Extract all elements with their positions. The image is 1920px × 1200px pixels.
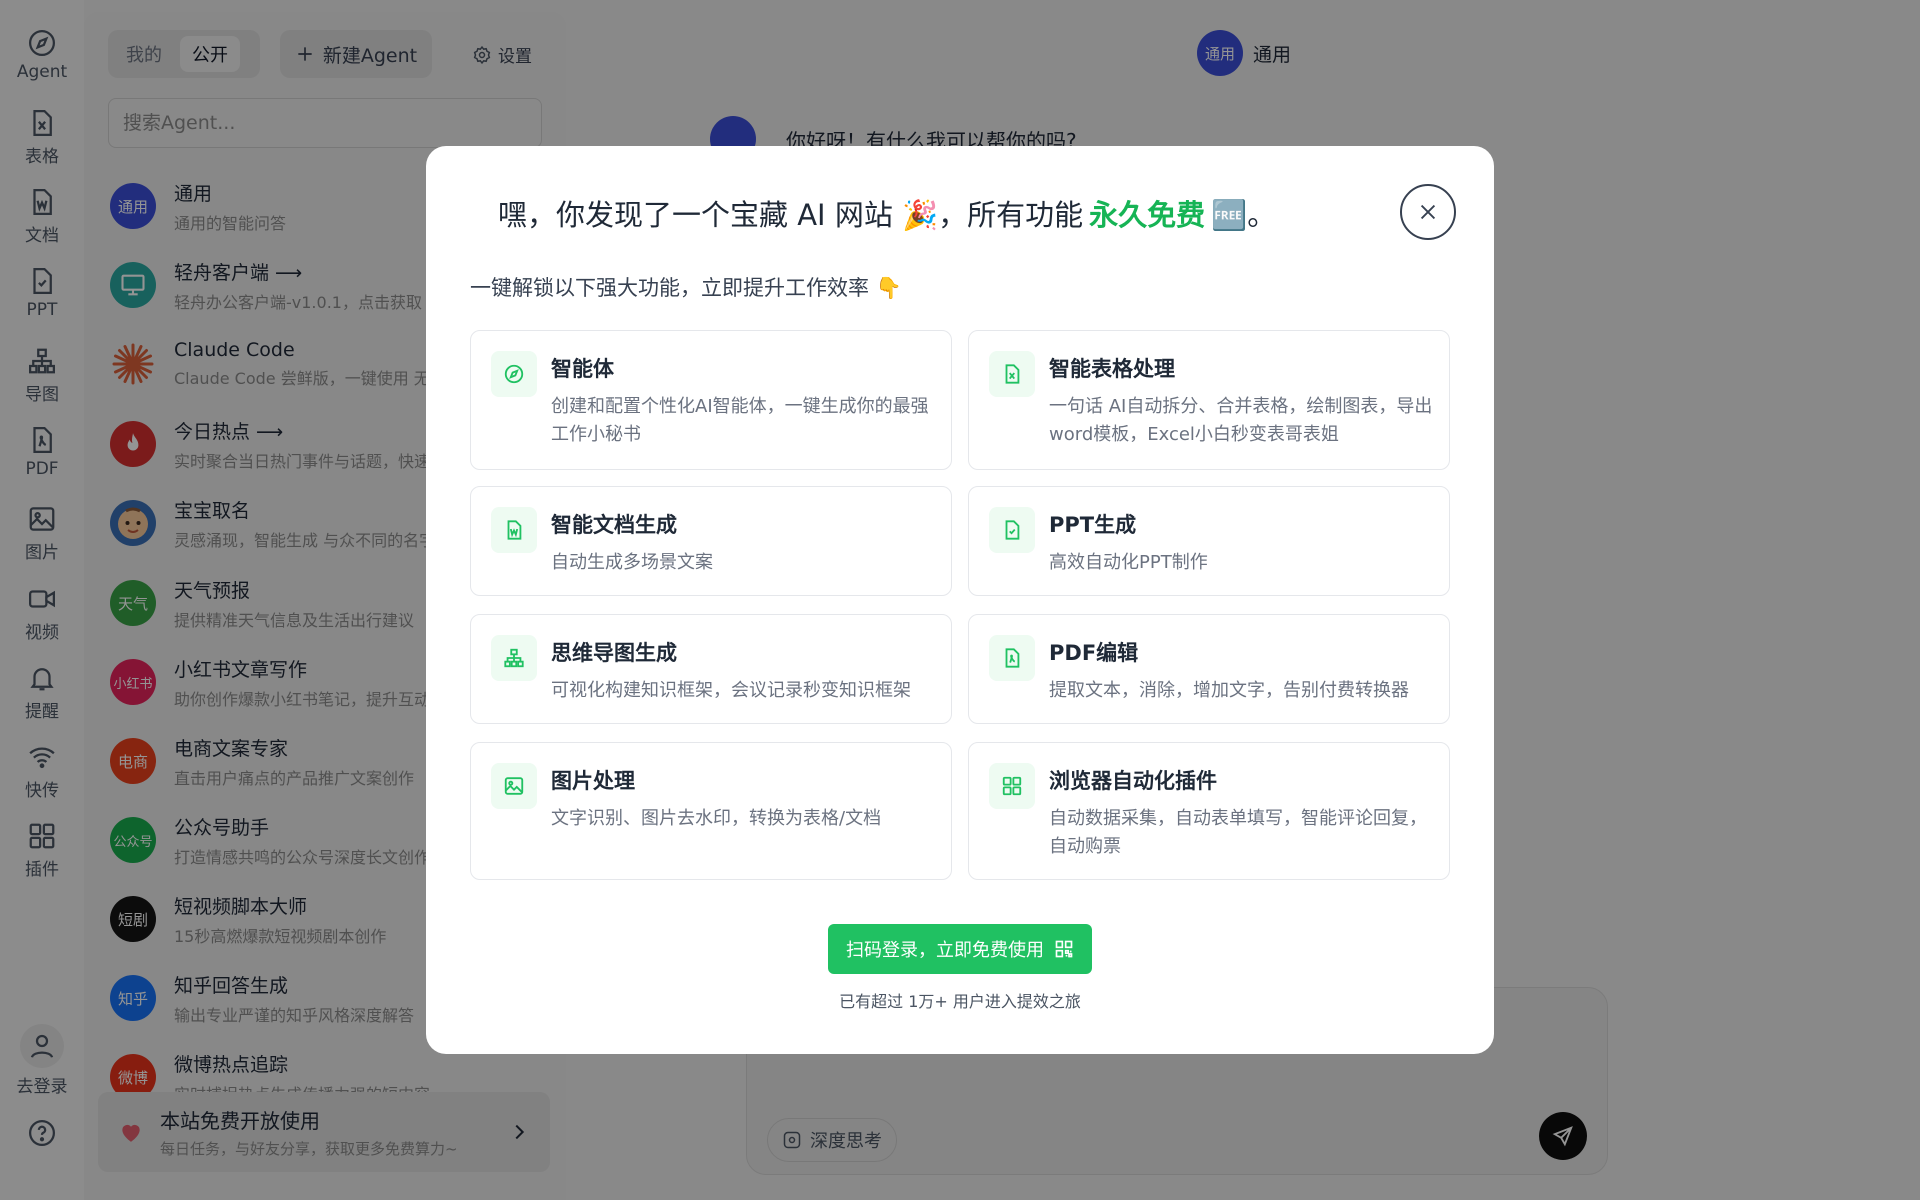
- feature-desc: 可视化构建知识框架，会议记录秒变知识框架: [551, 680, 911, 701]
- close-button[interactable]: [1400, 184, 1456, 240]
- excel-file-icon: [989, 351, 1035, 397]
- feature-card-image[interactable]: 图片处理 文字识别、图片去水印，转换为表格/文档: [470, 742, 952, 880]
- feature-title: PDF编辑: [1049, 641, 1139, 665]
- mindmap-icon: [491, 635, 537, 681]
- word-file-icon: [491, 507, 537, 553]
- feature-title: 智能文档生成: [551, 513, 677, 537]
- modal-title-post: 🆓。: [1211, 198, 1277, 232]
- feature-card-browser-plugin[interactable]: 浏览器自动化插件 自动数据采集，自动表单填写，智能评论回复，自动购票: [968, 742, 1450, 880]
- plugin-grid-icon: [989, 763, 1035, 809]
- promo-modal: 嘿，你发现了一个宝藏 AI 网站 🎉，所有功能 永久免费 🆓。 一键解锁以下强大…: [426, 146, 1494, 1054]
- close-icon: [1420, 204, 1436, 220]
- feature-title: PPT生成: [1049, 513, 1137, 537]
- feature-card-pdf[interactable]: PDF编辑 提取文本，消除，增加文字，告别付费转换器: [968, 614, 1450, 724]
- image-icon: [491, 763, 537, 809]
- feature-title: 思维导图生成: [551, 641, 677, 665]
- modal-title-highlight: 永久免费: [1089, 198, 1206, 232]
- feature-desc: 高效自动化PPT制作: [1049, 552, 1208, 573]
- feature-desc: 自动生成多场景文案: [551, 552, 713, 573]
- feature-card-sheet[interactable]: 智能表格处理 一句话 AI自动拆分、合并表格，绘制图表，导出word模板，Exc…: [968, 330, 1450, 470]
- modal-title-pre: 嘿，你发现了一个宝藏 AI 网站 🎉，所有功能: [498, 198, 1084, 232]
- modal-title: 嘿，你发现了一个宝藏 AI 网站 🎉，所有功能 永久免费 🆓。: [498, 192, 1276, 234]
- feature-card-doc[interactable]: 智能文档生成 自动生成多场景文案: [470, 486, 952, 596]
- scan-login-label: 扫码登录，立即免费使用: [846, 940, 1044, 961]
- compass-icon: [491, 351, 537, 397]
- feature-desc: 自动数据采集，自动表单填写，智能评论回复，自动购票: [1049, 808, 1427, 857]
- feature-card-mindmap[interactable]: 思维导图生成 可视化构建知识框架，会议记录秒变知识框架: [470, 614, 952, 724]
- ppt-file-icon: [989, 507, 1035, 553]
- feature-desc: 提取文本，消除，增加文字，告别付费转换器: [1049, 680, 1409, 701]
- feature-desc: 文字识别、图片去水印，转换为表格/文档: [551, 808, 882, 829]
- feature-title: 图片处理: [551, 769, 635, 793]
- modal-subtitle: 一键解锁以下强大功能，立即提升工作效率 👇: [470, 276, 902, 300]
- feature-title: 智能表格处理: [1049, 357, 1175, 381]
- qr-code-icon: [1055, 940, 1073, 958]
- feature-desc: 一句话 AI自动拆分、合并表格，绘制图表，导出word模板，Excel小白秒变表…: [1049, 396, 1433, 445]
- feature-title: 智能体: [551, 357, 614, 381]
- pdf-file-icon: [989, 635, 1035, 681]
- user-count-note: 已有超过 1万+ 用户进入提效之旅: [839, 992, 1081, 1011]
- feature-card-ppt[interactable]: PPT生成 高效自动化PPT制作: [968, 486, 1450, 596]
- scan-login-button[interactable]: 扫码登录，立即免费使用: [828, 924, 1092, 974]
- feature-card-agent[interactable]: 智能体 创建和配置个性化AI智能体，一键生成你的最强工作小秘书: [470, 330, 952, 470]
- feature-desc: 创建和配置个性化AI智能体，一键生成你的最强工作小秘书: [551, 396, 929, 445]
- feature-title: 浏览器自动化插件: [1049, 769, 1217, 793]
